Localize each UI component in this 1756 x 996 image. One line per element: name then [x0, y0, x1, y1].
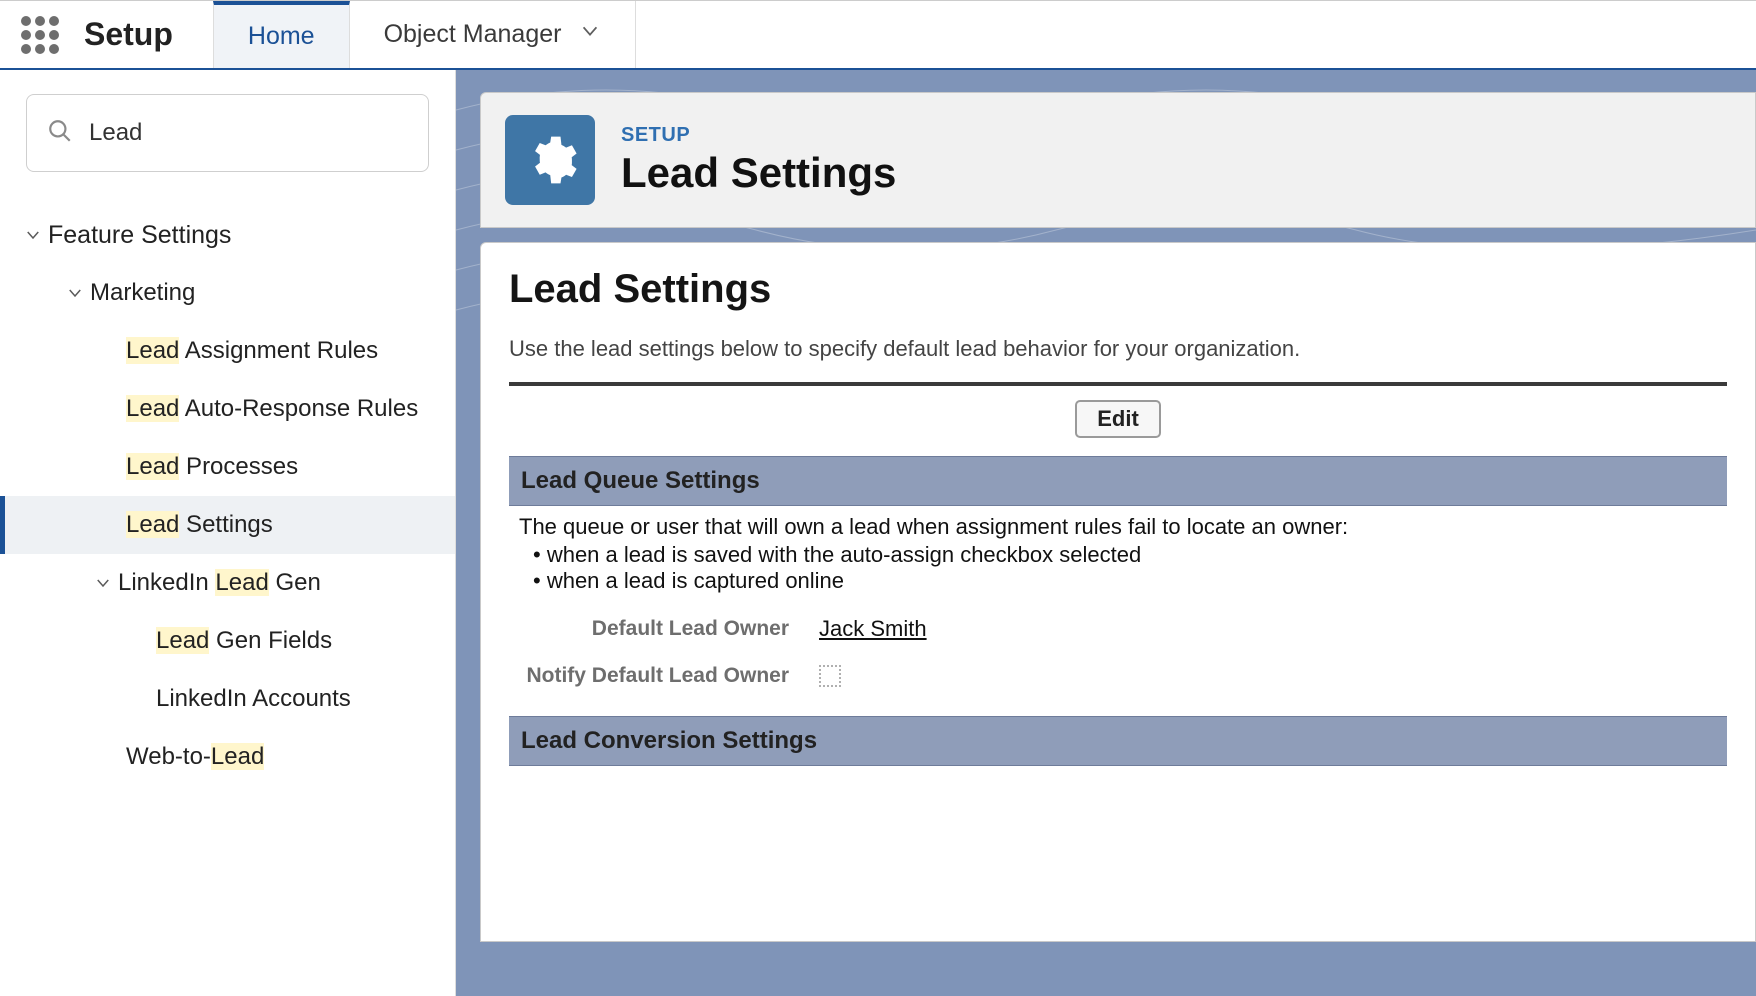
chevron-down-icon — [60, 284, 90, 302]
queue-intro-text: The queue or user that will own a lead w… — [519, 514, 1717, 540]
quick-find-search[interactable] — [26, 94, 429, 172]
app-title: Setup — [60, 1, 213, 68]
waffle-icon — [21, 16, 59, 54]
setup-sidebar: Feature Settings Marketing Lead Assignme… — [0, 70, 456, 996]
content-card: Lead Settings Use the lead settings belo… — [480, 242, 1756, 942]
chevron-down-icon — [88, 574, 118, 592]
field-label: Default Lead Owner — [519, 617, 819, 641]
tree-label: Lead Assignment Rules — [126, 337, 378, 365]
page-title: Lead Settings — [621, 149, 896, 197]
field-label: Notify Default Lead Owner — [519, 664, 819, 688]
default-lead-owner-link[interactable]: Jack Smith — [819, 616, 927, 641]
chevron-down-icon — [18, 226, 48, 244]
tree-label: Lead Processes — [126, 453, 298, 481]
app-launcher-button[interactable] — [0, 1, 60, 68]
tab-home[interactable]: Home — [213, 1, 350, 68]
tree-node-marketing[interactable]: Marketing — [0, 264, 455, 322]
settings-panel: Edit Lead Queue Settings The queue or us… — [509, 382, 1727, 766]
tree-label: Feature Settings — [48, 221, 231, 250]
top-bar: Setup Home Object Manager — [0, 0, 1756, 70]
tree-item-web-to-lead[interactable]: Web-to-Lead — [0, 728, 455, 786]
quick-find-input[interactable] — [89, 119, 408, 147]
tab-object-manager[interactable]: Object Manager — [350, 1, 637, 68]
queue-bullet: when a lead is captured online — [533, 568, 1717, 594]
page-header-icon-tile — [505, 115, 595, 205]
main-content: SETUP Lead Settings Lead Settings Use th… — [456, 70, 1756, 996]
content-heading: Lead Settings — [509, 267, 1727, 312]
page-header: SETUP Lead Settings — [480, 92, 1756, 228]
section-header-lead-queue: Lead Queue Settings — [509, 456, 1727, 506]
tree-item-lead-auto-response-rules[interactable]: Lead Auto-Response Rules — [0, 380, 455, 438]
nav-tabs: Home Object Manager — [213, 1, 637, 68]
chevron-down-icon — [579, 20, 601, 49]
search-icon — [47, 118, 73, 149]
tree-label: LinkedIn Lead Gen — [118, 569, 321, 597]
content-description: Use the lead settings below to specify d… — [509, 336, 1727, 362]
tree-label: Lead Auto-Response Rules — [126, 395, 418, 423]
section-body-lead-queue: The queue or user that will own a lead w… — [509, 506, 1727, 716]
tree-item-lead-gen-fields[interactable]: Lead Gen Fields — [0, 612, 455, 670]
setup-tree: Feature Settings Marketing Lead Assignme… — [0, 206, 455, 786]
section-header-lead-conversion: Lead Conversion Settings — [509, 716, 1727, 766]
tree-node-linkedin-lead-gen[interactable]: LinkedIn Lead Gen — [0, 554, 455, 612]
field-default-lead-owner: Default Lead Owner Jack Smith — [519, 616, 1717, 642]
tree-item-lead-assignment-rules[interactable]: Lead Assignment Rules — [0, 322, 455, 380]
tree-label: Marketing — [90, 279, 195, 307]
edit-button[interactable]: Edit — [1075, 400, 1161, 438]
tree-label: Lead Settings — [126, 511, 273, 539]
tree-label: LinkedIn Accounts — [156, 685, 351, 713]
field-notify-default-lead-owner: Notify Default Lead Owner — [519, 664, 1717, 688]
tab-label: Object Manager — [384, 20, 562, 49]
tree-item-lead-settings[interactable]: Lead Settings — [0, 496, 455, 554]
tree-label: Web-to-Lead — [126, 743, 264, 771]
queue-bullet: when a lead is saved with the auto-assig… — [533, 542, 1717, 568]
tab-label: Home — [248, 22, 315, 51]
gear-icon — [522, 132, 578, 188]
breadcrumb: SETUP — [621, 124, 896, 147]
tree-node-feature-settings[interactable]: Feature Settings — [0, 206, 455, 264]
notify-checkbox-unchecked — [819, 665, 841, 687]
tree-label: Lead Gen Fields — [156, 627, 332, 655]
tree-item-lead-processes[interactable]: Lead Processes — [0, 438, 455, 496]
tree-item-linkedin-accounts[interactable]: LinkedIn Accounts — [0, 670, 455, 728]
